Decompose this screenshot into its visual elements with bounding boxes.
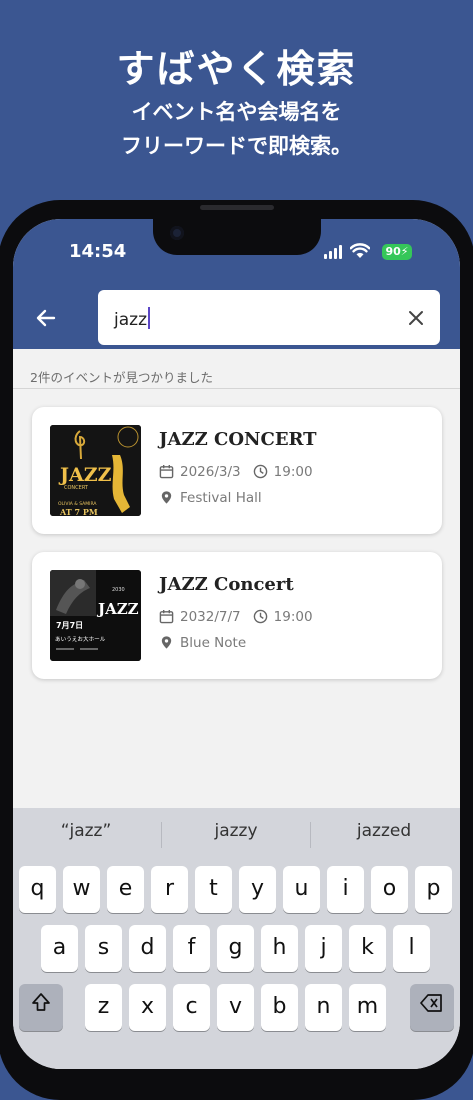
key-y[interactable]: y — [239, 866, 276, 913]
suggestion-item[interactable]: “jazz” — [13, 821, 159, 841]
poster-venue: あいうえお大ホール — [55, 635, 106, 643]
event-datetime: 2026/3/3 19:00 — [159, 464, 313, 480]
poster-date: 7月7日 — [56, 621, 83, 630]
clock-icon — [253, 609, 267, 624]
event-poster: 2030 JAZZ 7月7日 あいうえお大ホール — [50, 570, 141, 661]
event-card[interactable]: 2030 JAZZ 7月7日 あいうえお大ホール JAZZ Concert 20… — [32, 552, 442, 679]
search-input[interactable]: jazz — [114, 307, 150, 330]
promo-subtitle-line1: イベント名や会場名を — [131, 100, 342, 124]
key-e[interactable]: e — [107, 866, 144, 913]
divider — [13, 388, 460, 389]
event-datetime: 2032/7/7 19:00 — [159, 609, 313, 625]
event-venue-row: Blue Note — [159, 635, 246, 651]
clock-icon — [253, 464, 267, 479]
key-r[interactable]: r — [151, 866, 188, 913]
key-a[interactable]: a — [41, 925, 78, 972]
event-card[interactable]: JAZZ CONCERT OLIVIA & SAMIRA AT 7 PM JAZ… — [32, 407, 442, 534]
suggestion-divider — [161, 822, 162, 848]
key-w[interactable]: w — [63, 866, 100, 913]
status-icons: 90⚡ — [310, 243, 420, 260]
suggestion-item[interactable]: jazzed — [311, 821, 457, 841]
location-pin-icon — [161, 636, 172, 649]
key-g[interactable]: g — [217, 925, 254, 972]
key-q[interactable]: q — [19, 866, 56, 913]
event-poster: JAZZ CONCERT OLIVIA & SAMIRA AT 7 PM — [50, 425, 141, 516]
clear-icon[interactable] — [406, 308, 426, 328]
key-l[interactable]: l — [393, 925, 430, 972]
suggestion-item[interactable]: jazzy — [163, 821, 309, 841]
key-u[interactable]: u — [283, 866, 320, 913]
event-venue-row: Festival Hall — [159, 490, 262, 506]
key-j[interactable]: j — [305, 925, 342, 972]
event-venue: Blue Note — [180, 635, 247, 651]
wifi-icon — [350, 243, 370, 258]
event-date: 2026/3/3 — [180, 464, 241, 480]
calendar-icon — [159, 464, 174, 479]
promo-title: すばやく検索 — [116, 47, 357, 91]
poster-year: 2030 — [112, 587, 125, 593]
battery-level: 90 — [385, 245, 401, 258]
search-input-value: jazz — [114, 310, 147, 330]
key-k[interactable]: k — [349, 925, 386, 972]
key-t[interactable]: t — [195, 866, 232, 913]
key-d[interactable]: d — [129, 925, 166, 972]
signal-icon — [324, 245, 344, 259]
event-time: 19:00 — [273, 464, 313, 480]
app-screen: 14:54 90⚡ jazz 2件のイベントが見つかりました JAZZ CONC… — [13, 219, 460, 1069]
result-count: 2件のイベントが見つかりました — [30, 370, 213, 385]
battery-icon: 90⚡ — [382, 244, 412, 260]
search-box[interactable]: jazz — [98, 290, 440, 345]
keyboard: “jazz” jazzy jazzed qwertyuiopasdfghjklz… — [13, 808, 460, 1069]
poster-word: JAZZ — [58, 464, 112, 486]
key-f[interactable]: f — [173, 925, 210, 972]
event-title: JAZZ CONCERT — [159, 429, 317, 450]
poster-line: AT 7 PM — [59, 507, 98, 516]
key-s[interactable]: s — [85, 925, 122, 972]
status-time: 14:54 — [69, 241, 127, 262]
calendar-icon — [159, 609, 174, 624]
poster-word: JAZZ — [96, 600, 139, 618]
promo-subtitle-line2: フリーワードで即検索。 — [121, 134, 352, 158]
back-arrow-icon[interactable] — [33, 305, 59, 331]
location-pin-icon — [161, 491, 172, 504]
event-title: JAZZ Concert — [159, 574, 294, 595]
key-h[interactable]: h — [261, 925, 298, 972]
event-time: 19:00 — [273, 609, 313, 625]
event-date: 2032/7/7 — [180, 609, 241, 625]
camera-icon — [170, 226, 184, 240]
text-caret — [148, 307, 150, 329]
key-p[interactable]: p — [415, 866, 452, 913]
phone-speaker — [200, 205, 274, 210]
key-o[interactable]: o — [371, 866, 408, 913]
event-venue: Festival Hall — [180, 490, 262, 506]
poster-sub: CONCERT — [64, 485, 89, 491]
key-i[interactable]: i — [327, 866, 364, 913]
